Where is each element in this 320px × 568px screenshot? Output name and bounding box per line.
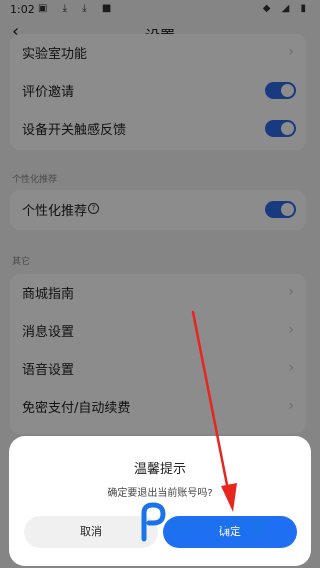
watermark-text: PCPOP下载 bbox=[168, 518, 267, 538]
watermark: PCPOP下载 bbox=[138, 497, 308, 549]
dialog-title: 温馨提示 bbox=[133, 462, 186, 477]
watermark-logo-icon bbox=[141, 502, 166, 542]
